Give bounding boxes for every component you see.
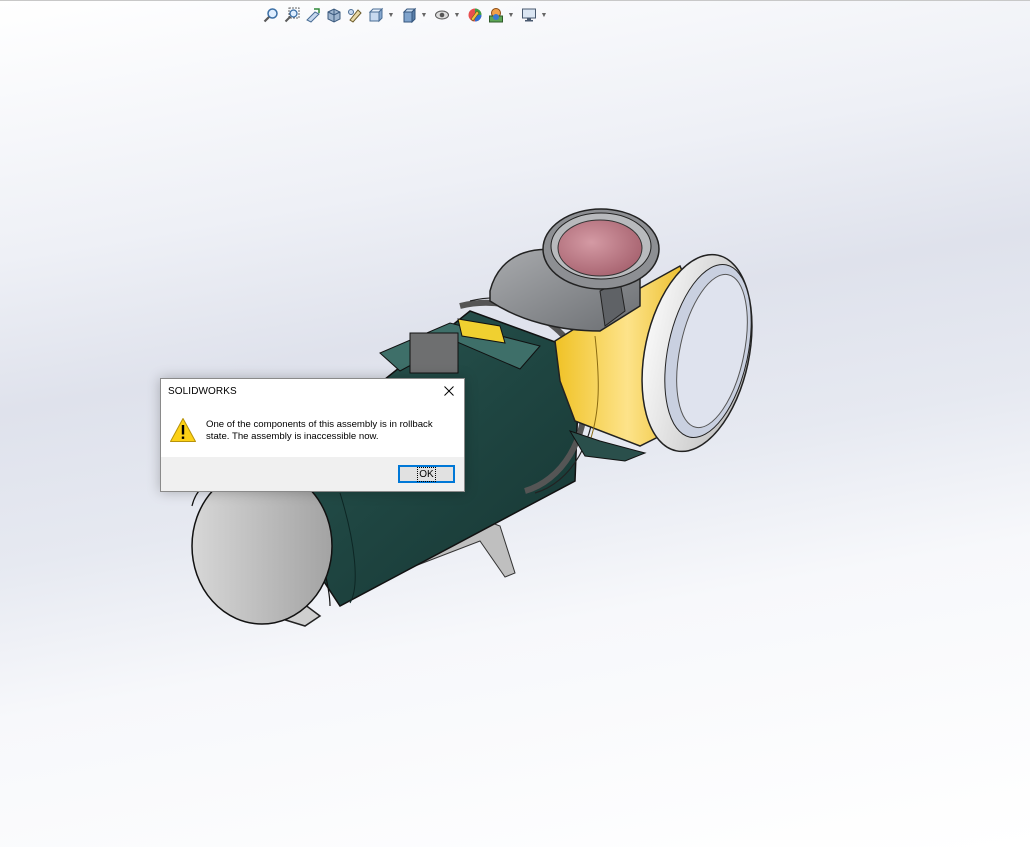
ok-button-label: OK: [417, 466, 436, 482]
assembly-model[interactable]: [0, 1, 1030, 848]
dialog-message: One of the components of this assembly i…: [206, 419, 433, 442]
graphics-area[interactable]: ▼ ▼ ▼ ▼ ▼ SOLIDWORKS One of the componen…: [0, 0, 1030, 847]
close-icon[interactable]: [438, 382, 460, 400]
dialog-footer: OK: [161, 457, 464, 491]
ok-button[interactable]: OK: [398, 465, 455, 483]
warning-icon: [169, 417, 197, 443]
dialog-title: SOLIDWORKS: [168, 386, 237, 397]
rollback-warning-dialog: SOLIDWORKS One of the components of this…: [160, 378, 465, 492]
